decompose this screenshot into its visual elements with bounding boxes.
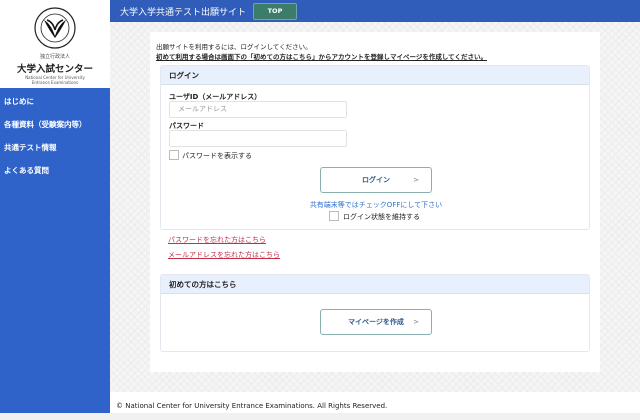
- first-time-card-title: 初めての方はこちら: [161, 275, 589, 294]
- show-password-label: パスワードを表示する: [182, 152, 252, 160]
- login-button-label: ログイン: [362, 176, 390, 184]
- header: 大学入学共通テスト出願サイト TOP: [110, 0, 640, 22]
- create-mypage-button[interactable]: マイページを作成 >: [320, 309, 432, 335]
- sidebar-item-faq[interactable]: よくある質問: [0, 159, 110, 182]
- keep-login-notice: 共有端末等ではチェックOFFにして下さい: [309, 201, 443, 209]
- keep-login-label: ログイン状態を維持する: [343, 213, 420, 221]
- show-password-checkbox[interactable]: [169, 150, 179, 160]
- login-button[interactable]: ログイン >: [320, 167, 432, 193]
- forgot-email-link[interactable]: メールアドレスを忘れた方はこちら: [168, 250, 280, 260]
- logo-english-2: Entrance Examinations: [31, 80, 79, 85]
- keep-login-checkbox[interactable]: [329, 211, 339, 221]
- password-input[interactable]: [169, 130, 347, 147]
- copyright-text: © National Center for University Entranc…: [116, 402, 388, 410]
- create-mypage-label: マイページを作成: [348, 318, 404, 326]
- chevron-right-icon: >: [413, 318, 419, 326]
- site-title: 大学入学共通テスト出願サイト: [120, 8, 247, 18]
- logo[interactable]: 独立行政法人 大学入試センター National Center for Univ…: [0, 0, 110, 88]
- footer: © National Center for University Entranc…: [110, 392, 640, 413]
- login-card-title: ログイン: [161, 66, 589, 85]
- sidebar-item-test-info[interactable]: 共通テスト情報: [0, 136, 110, 159]
- intro-text: 出願サイトを利用するには、ログインしてください。: [156, 43, 312, 51]
- login-card: ログイン ユーザID（メールアドレス） メールアドレス パスワード パスワードを…: [160, 65, 590, 230]
- first-time-card: 初めての方はこちら マイページを作成 >: [160, 274, 590, 352]
- sidebar-item-documents[interactable]: 各種資料（受験案内等）: [0, 113, 110, 136]
- sidebar-item-intro[interactable]: はじめに: [0, 90, 110, 113]
- chevron-right-icon: >: [413, 176, 419, 184]
- logo-name: 大学入試センター: [16, 64, 93, 75]
- intro-bold-text: 初めて利用する場合は画面下の「初めての方はこちら」からアカウントを登録しマイペー…: [156, 53, 487, 61]
- logo-emblem-icon: [34, 7, 76, 49]
- top-button[interactable]: TOP: [253, 3, 297, 20]
- content-panel: 出願サイトを利用するには、ログインしてください。 初めて利用する場合は画面下の「…: [150, 32, 600, 372]
- userid-input[interactable]: メールアドレス: [169, 101, 347, 118]
- sidebar: 独立行政法人 大学入試センター National Center for Univ…: [0, 0, 110, 413]
- main-content: 出願サイトを利用するには、ログインしてください。 初めて利用する場合は画面下の「…: [110, 22, 640, 392]
- logo-subtitle: 独立行政法人: [39, 54, 70, 60]
- forgot-password-link[interactable]: パスワードを忘れた方はこちら: [168, 235, 266, 245]
